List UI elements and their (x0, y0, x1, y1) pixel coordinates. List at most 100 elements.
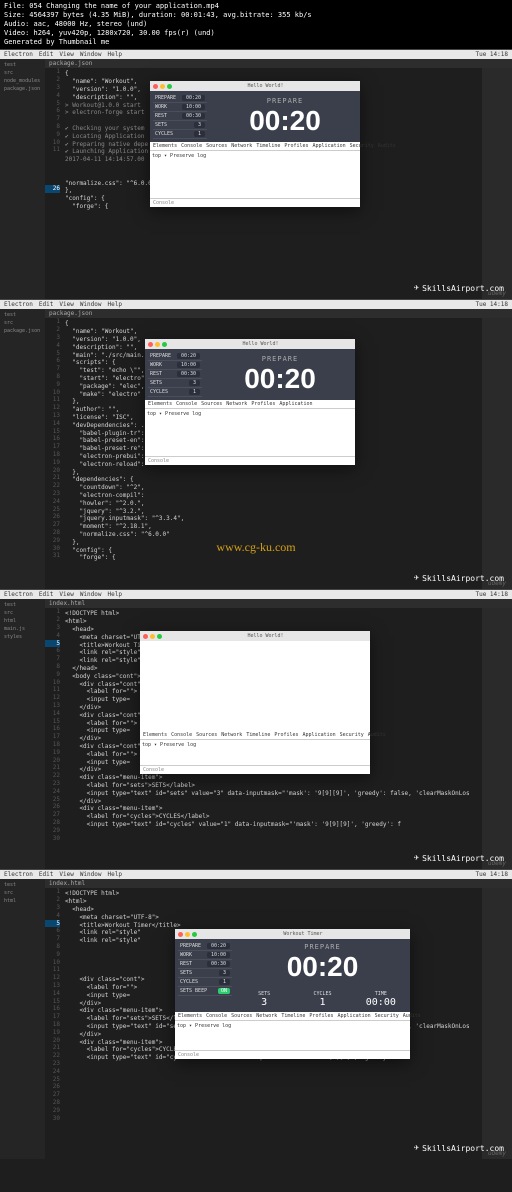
sidebar-item[interactable]: styles (2, 633, 43, 641)
rest-input[interactable]: 00:30 (182, 113, 205, 119)
work-input[interactable]: 10:00 (207, 952, 230, 958)
mac-menubar[interactable]: Electron Edit View Window Help Tue 14:18 (0, 870, 512, 879)
close-icon[interactable] (153, 84, 158, 89)
sidebar-item[interactable]: src (2, 609, 43, 617)
rest-input[interactable]: 00:30 (177, 371, 200, 377)
devtools-body[interactable]: top ▾ Preserve log (140, 740, 370, 766)
menubar-item[interactable]: Help (108, 301, 122, 308)
devtools-tab[interactable]: Network (231, 143, 252, 149)
devtools-tab[interactable]: Application (279, 401, 312, 407)
menubar-item[interactable]: View (59, 51, 73, 58)
devtools-tab[interactable]: Security (350, 143, 374, 149)
menubar-item[interactable]: Window (80, 51, 102, 58)
devtools-body[interactable]: top ▾ Preserve log (175, 1021, 410, 1051)
devtools-tab[interactable]: Network (256, 1013, 277, 1019)
mac-menubar[interactable]: Electron Edit View Window Help Tue 14:18 (0, 50, 512, 59)
minimize-icon[interactable] (150, 634, 155, 639)
menubar-item[interactable]: Electron (4, 301, 33, 308)
menubar-item[interactable]: Edit (39, 301, 53, 308)
window-titlebar[interactable]: Hello World! (145, 339, 355, 349)
devtools-tab[interactable]: Timeline (246, 732, 270, 738)
devtools-tab[interactable]: Sources (201, 401, 222, 407)
sidebar-item[interactable]: package.json (2, 85, 43, 93)
devtools-tab[interactable]: Elements (143, 732, 167, 738)
window-titlebar[interactable]: Hello World! (150, 81, 360, 91)
sidebar-item[interactable]: test (2, 311, 43, 319)
devtools-console-drawer[interactable]: Console (175, 1051, 410, 1059)
devtools-tab[interactable]: Audits (368, 732, 386, 738)
sets-input[interactable]: 3 (189, 380, 200, 386)
devtools-tab[interactable]: Sources (206, 143, 227, 149)
minimize-icon[interactable] (160, 84, 165, 89)
cycles-input[interactable]: 1 (189, 389, 200, 395)
menubar-item[interactable]: Window (80, 301, 102, 308)
prepare-input[interactable]: 00:20 (207, 943, 230, 949)
cycles-input[interactable]: 1 (219, 979, 230, 985)
devtools-tab[interactable]: Console (176, 401, 197, 407)
minimize-icon[interactable] (155, 342, 160, 347)
sidebar-item[interactable]: test (2, 601, 43, 609)
devtools-tab[interactable]: Application (313, 143, 346, 149)
editor-sidebar[interactable]: test src html main.js styles (0, 599, 45, 869)
cycles-input[interactable]: 1 (194, 131, 205, 137)
maximize-icon[interactable] (162, 342, 167, 347)
devtools-tab[interactable]: Network (221, 732, 242, 738)
window-titlebar[interactable]: Hello World! (140, 631, 370, 641)
electron-app-window[interactable]: Workout Timer PREPARE00:20 WORK10:00 RES… (175, 929, 410, 1059)
menubar-item[interactable]: Electron (4, 591, 33, 598)
menubar-item[interactable]: Window (80, 591, 102, 598)
devtools-tab[interactable]: Profiles (274, 732, 298, 738)
minimap[interactable] (482, 888, 512, 1159)
menubar-item[interactable]: Edit (39, 871, 53, 878)
sidebar-item[interactable]: test (2, 881, 43, 889)
editor-tab[interactable]: index.html (45, 879, 512, 888)
mac-menubar[interactable]: Electron Edit View Window Help Tue 14:18 (0, 590, 512, 599)
sidebar-item[interactable]: html (2, 617, 43, 625)
menubar-item[interactable]: Help (108, 51, 122, 58)
maximize-icon[interactable] (167, 84, 172, 89)
menubar-item[interactable]: Edit (39, 591, 53, 598)
devtools-tab[interactable]: Network (226, 401, 247, 407)
editor-tab[interactable]: package.json (45, 59, 512, 68)
editor-sidebar[interactable]: test src html (0, 879, 45, 1159)
menubar-item[interactable]: Help (108, 871, 122, 878)
sidebar-item[interactable]: html (2, 897, 43, 905)
devtools-body[interactable]: top ▾ Preserve log (145, 409, 355, 457)
devtools-console-drawer[interactable]: Console (140, 766, 370, 774)
menubar-item[interactable]: Electron (4, 51, 33, 58)
devtools-tab[interactable]: Sources (196, 732, 217, 738)
devtools-tab[interactable]: Timeline (256, 143, 280, 149)
work-input[interactable]: 10:00 (177, 362, 200, 368)
menubar-item[interactable]: Window (80, 871, 102, 878)
maximize-icon[interactable] (192, 932, 197, 937)
devtools-tab[interactable]: Profiles (251, 401, 275, 407)
electron-app-window[interactable]: Hello World! Elements Console Sources Ne… (140, 631, 370, 774)
devtools-panel[interactable]: Elements Console Sources Network Timelin… (175, 1012, 410, 1059)
menubar-item[interactable]: Electron (4, 871, 33, 878)
devtools-tab[interactable]: Security (340, 732, 364, 738)
minimap[interactable] (482, 68, 512, 299)
devtools-tab[interactable]: Console (171, 732, 192, 738)
devtools-tab[interactable]: Sources (231, 1013, 252, 1019)
devtools-body[interactable]: top ▾ Preserve log (150, 151, 360, 199)
devtools-tab[interactable]: Timeline (281, 1013, 305, 1019)
electron-app-window[interactable]: Hello World! PREPARE00:20 WORK10:00 REST… (145, 339, 355, 465)
sidebar-item[interactable]: src (2, 889, 43, 897)
work-input[interactable]: 10:00 (182, 104, 205, 110)
editor-sidebar[interactable]: test src node_modules package.json (0, 59, 45, 299)
devtools-tab[interactable]: Elements (153, 143, 177, 149)
devtools-panel[interactable]: Elements Console Sources Network Profile… (145, 400, 355, 465)
prepare-input[interactable]: 00:20 (177, 353, 200, 359)
electron-app-window[interactable]: Hello World! PREPARE00:20 WORK10:00 REST… (150, 81, 360, 207)
devtools-panel[interactable]: Elements Console Sources Network Timelin… (140, 731, 370, 774)
sidebar-item[interactable]: main.js (2, 625, 43, 633)
minimap[interactable] (482, 318, 512, 589)
close-icon[interactable] (143, 634, 148, 639)
maximize-icon[interactable] (157, 634, 162, 639)
menubar-item[interactable]: View (59, 301, 73, 308)
devtools-console-drawer[interactable]: Console (145, 457, 355, 465)
close-icon[interactable] (178, 932, 183, 937)
devtools-tab[interactable]: Elements (178, 1013, 202, 1019)
menubar-item[interactable]: View (59, 871, 73, 878)
menubar-item[interactable]: Edit (39, 51, 53, 58)
